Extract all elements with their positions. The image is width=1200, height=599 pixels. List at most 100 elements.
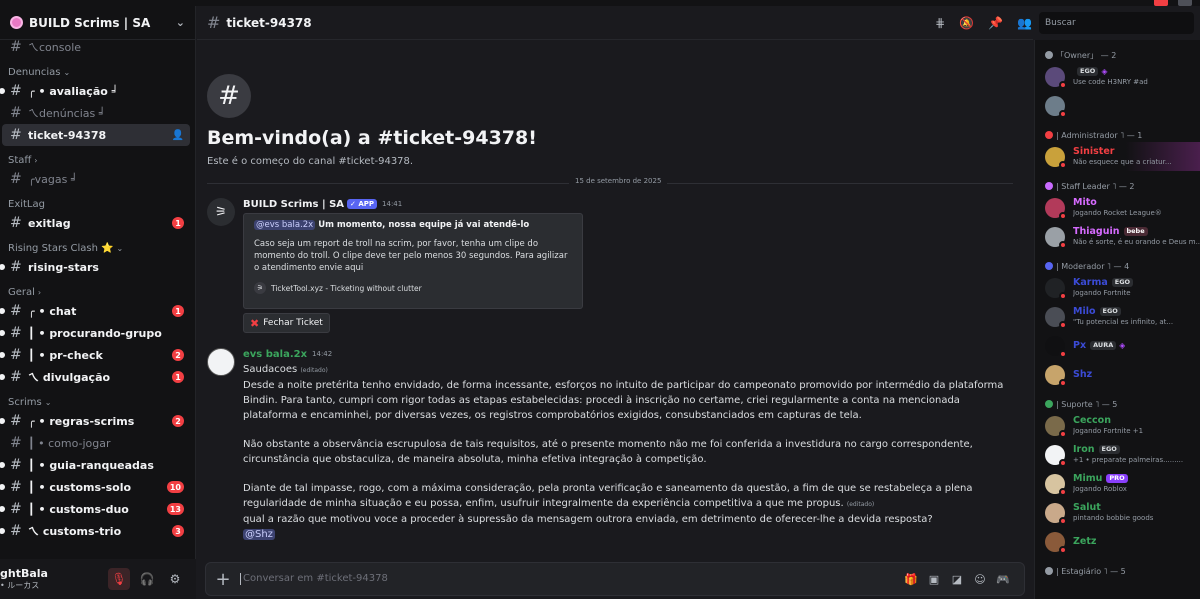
plus-icon[interactable]: + [206,569,240,590]
threads-icon[interactable]: ⋕ [935,16,945,30]
channel-item[interactable]: # ticket-94378 👤 [2,124,190,146]
member-item[interactable]: Zetz [1035,527,1200,556]
channel-item[interactable]: # ┃ • pr-check 2 [0,344,190,366]
channel-item[interactable]: # ┃ • guia-ranqueadas [0,454,190,476]
member-item[interactable]: Salut pintando bobbie goods [1035,498,1200,527]
member-item[interactable]: Milo EGO "Tu potencial es infinito, at... [1035,302,1200,331]
channel-item[interactable]: # ㄟ customs-trio 3 [0,520,190,542]
channel-category[interactable]: Rising Stars Clash ⭐ ⌄ [0,240,196,256]
gamepad-icon[interactable]: 🎮 [996,573,1010,586]
user-info[interactable]: ghtBala • ルーカス [0,567,48,591]
user-mention[interactable]: @Shz [243,529,275,540]
channel-item[interactable]: # ┃ • procurando-grupo [0,322,190,344]
channel-category[interactable]: Geral › [0,284,196,300]
channel-hash-icon: # [10,171,22,187]
window-control-close[interactable] [1154,0,1168,6]
clan-tag: PRO [1106,474,1128,483]
channel-name: ┃ • guia-ranqueadas [28,458,154,472]
chevron-down-icon[interactable]: ⌄ [176,16,185,29]
message-paragraph: Diante de tal impasse, rogo, com a máxim… [243,483,973,509]
member-item[interactable]: EGO ◈ Use code H3NRY #ad [1035,62,1200,91]
channel-category[interactable]: Scrims ⌄ [0,394,196,410]
message-input[interactable]: Conversar em #ticket-94378 [240,573,904,585]
message-author[interactable]: evs bala.2x [243,349,307,360]
channel-item[interactable]: # ㄟdenúncias ╛ [2,102,190,124]
role-icon [1045,567,1053,575]
member-status: Jogando Fortnite +1 [1073,427,1144,435]
tickettool-icon: ⚞ [254,282,266,294]
member-item[interactable]: Thiaguin bebe Não é sorte, é eu orando e D… [1035,222,1200,251]
channel-item[interactable]: # ┃ • como-jogar [2,432,190,454]
member-item[interactable]: Karma EGO Jogando Fortnite [1035,273,1200,302]
message-timestamp: 14:42 [312,350,333,358]
mute-microphone-icon[interactable]: 🎙 [108,568,130,590]
embed-title: @evs bala.2x Um momento, nossa equipe já… [254,220,530,230]
channel-item[interactable]: # ㄟ divulgação 1 [0,366,190,388]
gift-icon[interactable]: 🎁 [904,573,918,586]
channel-welcome: # Bem-vindo(a) a #ticket-94378! Este é o… [207,74,537,167]
member-status: Jogando Rocket League® [1073,209,1162,217]
channel-item[interactable]: # ╭vagas ╛ [2,168,190,190]
member-item[interactable]: Sinister Não esquece que a criatur... [1035,142,1200,171]
channel-item[interactable]: # ┃ • customs-solo 10 [0,476,190,498]
member-item[interactable]: Px AURA ◈ [1035,331,1200,360]
channel-name: ┃ • customs-solo [28,480,132,494]
member-name: Shz [1073,369,1093,380]
member-item[interactable] [1035,91,1200,120]
channel-category[interactable]: ExitLag [0,196,196,212]
clan-tag: EGO [1111,278,1134,287]
members-icon[interactable]: 👥 [1017,16,1032,30]
status-dnd-icon [1059,320,1067,329]
member-item[interactable]: Mimu PRO Jogando Roblox [1035,469,1200,498]
role-header: 「Owner」 — 2 [1035,48,1200,62]
channel-category[interactable]: Staff › [0,152,196,168]
emoji-icon[interactable]: ☺ [973,573,987,586]
close-ticket-button[interactable]: ✖ Fechar Ticket [243,313,330,333]
channel-item[interactable]: # ┃ • customs-duo 13 [0,498,190,520]
member-item[interactable]: Mito Jogando Rocket League® [1035,193,1200,222]
status-dnd-icon [1059,349,1067,358]
sticker-icon[interactable]: ◪ [950,573,964,586]
mention-badge: 1 [172,371,184,383]
member-list: 「Owner」 — 2 EGO ◈ Use code H3NRY #ad | Admin… [1034,40,1200,599]
member-status: Não é sorte, é eu orando e Deus m... [1073,238,1200,246]
channel-item[interactable]: # rising-stars [0,256,190,278]
gear-icon[interactable]: ⚙ [164,568,186,590]
message-embed: @evs bala.2x Um momento, nossa equipe já… [243,213,583,309]
member-item[interactable]: Ceccon Jogando Fortnite +1 [1035,411,1200,440]
window-control-extra[interactable] [1178,0,1192,6]
channel-item[interactable]: # ╭ • regras-scrims 2 [0,410,190,432]
member-item[interactable]: Iron EGO +1 • preparate palmeiras......... [1035,440,1200,469]
message-author[interactable]: BUILD Scrims | SA [243,199,344,210]
bot-avatar[interactable]: ⚞ [207,198,235,226]
channel-name: ╭vagas ╛ [28,172,78,186]
server-header[interactable]: BUILD Scrims | SA ⌄ [0,6,195,40]
channel-item[interactable]: # ╭ • avaliação ╛ [0,80,190,102]
user-mention[interactable]: @evs bala.2x [254,220,316,230]
gif-icon[interactable]: ▣ [927,573,941,586]
user-avatar[interactable] [207,348,235,376]
channel-category[interactable]: Denuncias ⌄ [0,64,196,80]
mention-badge: 3 [172,525,184,537]
channel-hash-icon: # [10,215,22,231]
headphones-icon[interactable]: 🎧 [136,568,158,590]
avatar [1045,197,1067,220]
boost-gem-icon: ◈ [1119,341,1126,350]
pin-icon[interactable]: 📌 [988,16,1003,30]
unread-indicator [0,330,5,336]
channel-item[interactable]: # ╭ • chat 1 [0,300,190,322]
discord-window: BUILD Scrims | SA ⌄ # ㄟconsole Denuncias ⌄ #… [0,0,1200,599]
invite-member-icon[interactable]: 👤 [172,130,184,141]
member-item[interactable]: Shz [1035,360,1200,389]
channel-item[interactable]: # exitlag 1 [2,212,190,234]
channel-item[interactable]: # ㄟconsole [2,36,190,58]
channel-name: ┃ • procurando-grupo [28,326,162,340]
member-name: Iron EGO [1073,444,1183,455]
member-status: pintando bobbie goods [1073,514,1154,522]
message-timestamp: 14:41 [382,200,403,208]
search-input[interactable]: Buscar [1039,12,1194,34]
chat-area: # ticket-94378 # Bem-vindo(a) a #ticket-… [197,6,1033,599]
role-icon [1045,131,1053,139]
chevron-icon: ⌄ [116,243,124,253]
notification-bell-icon[interactable]: 🔕 [959,16,974,30]
